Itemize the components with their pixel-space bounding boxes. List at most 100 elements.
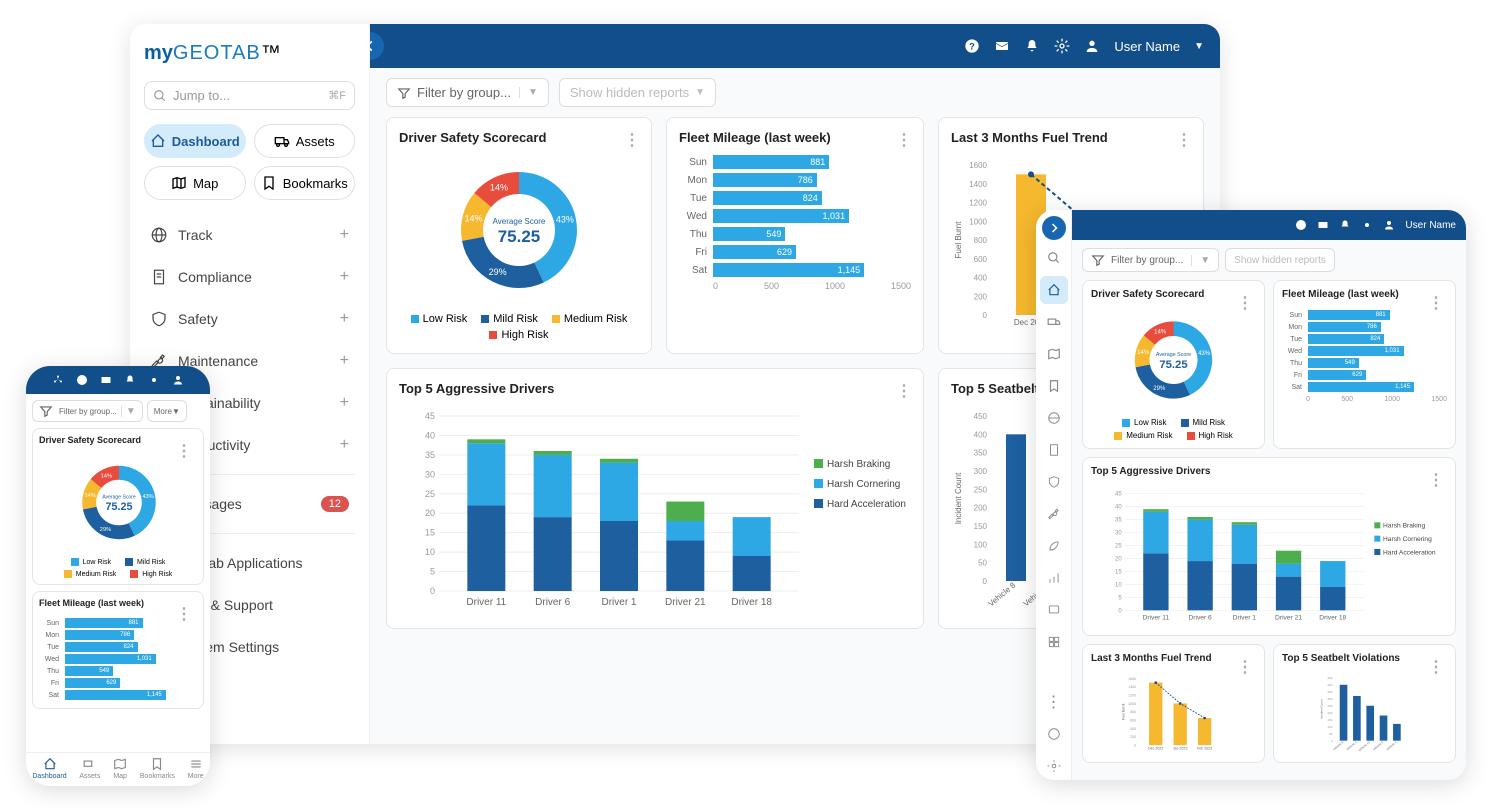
card-menu-button[interactable]: ⋮ <box>1237 293 1252 313</box>
tab-map[interactable]: Map <box>113 757 127 780</box>
card-menu-button[interactable]: ⋮ <box>1237 657 1252 677</box>
svg-text:43%: 43% <box>1198 351 1211 357</box>
filter-by-group[interactable]: Filter by group...▼ <box>32 400 143 422</box>
svg-text:300: 300 <box>1327 697 1332 701</box>
user-icon[interactable] <box>172 374 184 386</box>
tab-dashboard[interactable]: Dashboard <box>32 757 66 780</box>
filter-by-group[interactable]: Filter by group... ▼ <box>386 78 549 107</box>
help-icon[interactable] <box>76 374 88 386</box>
help-icon <box>1047 727 1061 741</box>
show-hidden-reports[interactable]: Show hidden reports ▼ <box>559 78 716 107</box>
card-menu-button[interactable]: ⋮ <box>896 130 911 150</box>
svg-text:400: 400 <box>1327 683 1332 687</box>
svg-text:Driver 6: Driver 6 <box>1188 615 1212 622</box>
chevron-down-icon: ▼ <box>1194 41 1204 52</box>
truck-icon <box>83 757 97 771</box>
nav-dashboard[interactable] <box>1040 276 1068 304</box>
phone-card-mileage: Fleet Mileage (last week)⋮Sun881Mon786Tu… <box>32 591 204 709</box>
expand-sidebar-button[interactable] <box>1042 216 1066 240</box>
filter-by-group[interactable]: Filter by group...▼ <box>1082 248 1219 272</box>
collapse-sidebar-button[interactable] <box>370 32 384 60</box>
tab-more[interactable]: More <box>188 757 204 780</box>
svg-text:200: 200 <box>1327 711 1332 715</box>
nav-assets[interactable] <box>1040 308 1068 336</box>
svg-text:5: 5 <box>1118 595 1122 601</box>
svg-text:1200: 1200 <box>969 199 987 208</box>
mail-icon[interactable] <box>100 374 112 386</box>
help-icon[interactable] <box>1295 219 1307 231</box>
svg-text:45: 45 <box>1115 492 1122 498</box>
search-input[interactable]: Jump to... ⌘F <box>144 81 355 110</box>
nav-track[interactable] <box>1040 404 1068 432</box>
card-menu-button[interactable]: ⋮ <box>176 441 191 461</box>
nav-more[interactable]: ⋮ <box>1040 688 1068 716</box>
svg-text:29%: 29% <box>1153 386 1166 392</box>
svg-text:Average Score: Average Score <box>493 217 546 226</box>
nav-apps[interactable] <box>1040 628 1068 656</box>
svg-text:400: 400 <box>974 274 988 283</box>
nav-maintenance[interactable] <box>1040 500 1068 528</box>
svg-text:Vehicle 8: Vehicle 8 <box>1332 740 1344 751</box>
card-menu-button[interactable]: ⋮ <box>1428 470 1443 490</box>
aggressive-chart: 051015202530354045Driver 11Driver 6Drive… <box>399 406 919 616</box>
card-menu-button[interactable]: ⋮ <box>896 381 911 401</box>
card-mileage: Fleet Mileage (last week) ⋮ Sun881Mon786… <box>666 117 924 354</box>
tab-bookmarks[interactable]: Bookmarks <box>140 757 175 780</box>
nav-pill-assets[interactable]: Assets <box>254 124 356 158</box>
nav-compliance[interactable]: Compliance+ <box>144 256 355 298</box>
nav-messages[interactable] <box>1040 596 1068 624</box>
svg-text:14%: 14% <box>1137 350 1150 356</box>
svg-text:15: 15 <box>425 528 435 538</box>
gear-icon[interactable] <box>1054 38 1070 54</box>
svg-text:1400: 1400 <box>1128 685 1136 689</box>
help-icon[interactable]: ? <box>964 38 980 54</box>
nav-safety[interactable]: Safety+ <box>144 298 355 340</box>
tablet-card-mileage: Fleet Mileage (last week)⋮Sun881Mon786Tu… <box>1273 280 1456 449</box>
phone-window: Filter by group...▼ More ▼ Driver Safety… <box>26 366 210 786</box>
nav-pill-map[interactable]: Map <box>144 166 246 200</box>
nav-sustainability[interactable] <box>1040 532 1068 560</box>
show-hidden[interactable]: Show hidden reports <box>1225 248 1335 272</box>
user-icon[interactable] <box>1383 219 1395 231</box>
nav-bookmarks[interactable] <box>1040 372 1068 400</box>
user-icon[interactable] <box>1084 38 1100 54</box>
svg-text:250: 250 <box>1327 704 1332 708</box>
nav-help[interactable] <box>1040 720 1068 748</box>
svg-text:Vehicle 12: Vehicle 12 <box>1358 740 1372 752</box>
gear-icon[interactable] <box>148 374 160 386</box>
mail-icon[interactable] <box>1317 219 1329 231</box>
card-title: Driver Safety Scorecard <box>399 130 639 145</box>
nav-map[interactable] <box>1040 340 1068 368</box>
svg-text:Hard Acceleration: Hard Acceleration <box>827 499 906 510</box>
bell-icon[interactable] <box>1024 38 1040 54</box>
nav-pill-dashboard[interactable]: Dashboard <box>144 124 246 158</box>
search-icon <box>1047 251 1061 265</box>
logo: myGEOTAB™ <box>144 42 355 65</box>
document-icon <box>1047 443 1061 457</box>
user-name[interactable]: User Name <box>1114 39 1180 54</box>
svg-text:Fuel Burnt: Fuel Burnt <box>954 221 963 259</box>
more-button[interactable]: More ▼ <box>147 400 187 422</box>
svg-text:25: 25 <box>1115 544 1122 550</box>
card-menu-button[interactable]: ⋮ <box>1176 130 1191 150</box>
card-title: Top 5 Aggressive Drivers <box>399 381 911 396</box>
shield-icon <box>150 310 168 328</box>
tab-assets[interactable]: Assets <box>79 757 100 780</box>
nav-safety[interactable] <box>1040 468 1068 496</box>
svg-text:15: 15 <box>1115 569 1122 575</box>
gear-icon[interactable] <box>1361 219 1373 231</box>
svg-text:10: 10 <box>1115 582 1122 588</box>
card-menu-button[interactable]: ⋮ <box>624 130 639 150</box>
nav-track[interactable]: Track+ <box>144 214 355 256</box>
nav-productivity[interactable] <box>1040 564 1068 592</box>
bell-icon[interactable] <box>124 374 136 386</box>
mail-icon[interactable] <box>994 38 1010 54</box>
user-name[interactable]: User Name <box>1405 220 1456 231</box>
nav-settings[interactable] <box>1040 752 1068 780</box>
search-button[interactable] <box>1040 244 1068 272</box>
network-icon[interactable] <box>52 374 64 386</box>
card-menu-button[interactable]: ⋮ <box>1428 657 1443 677</box>
bell-icon[interactable] <box>1339 219 1351 231</box>
nav-compliance[interactable] <box>1040 436 1068 464</box>
nav-pill-bookmarks[interactable]: Bookmarks <box>254 166 356 200</box>
